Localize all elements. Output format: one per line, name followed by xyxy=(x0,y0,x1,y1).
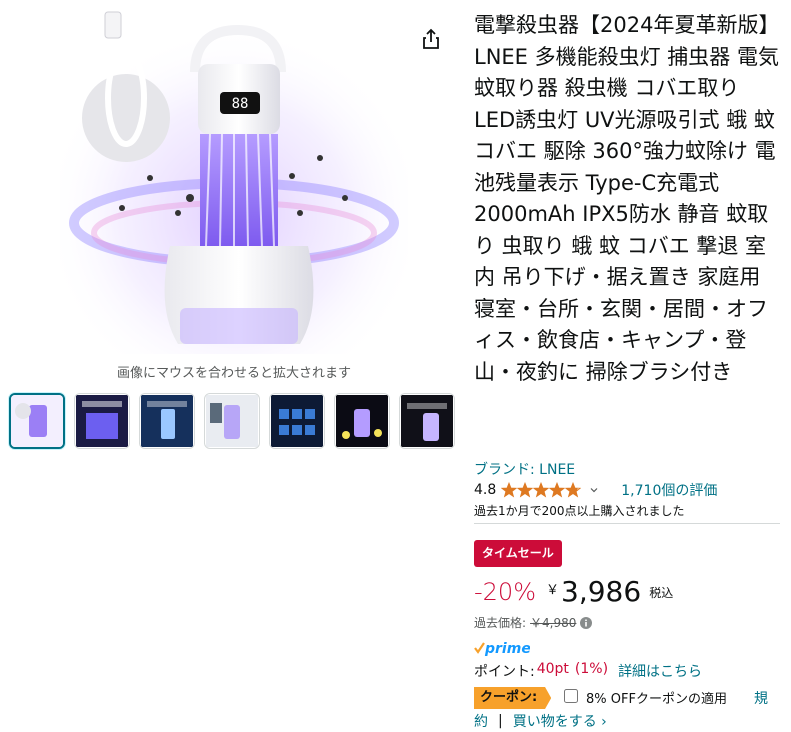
star-icon xyxy=(517,482,534,498)
thumbnail-strip xyxy=(9,393,455,449)
coupon-terms-link-part2[interactable]: 約 xyxy=(474,711,488,731)
divider xyxy=(474,523,780,524)
chevron-down-icon[interactable] xyxy=(589,485,599,495)
info-icon[interactable] xyxy=(580,616,593,629)
thumbnail-2[interactable] xyxy=(74,393,130,449)
thumbnail-6[interactable] xyxy=(334,393,390,449)
star-icon xyxy=(549,482,566,498)
thumbnail-4[interactable] xyxy=(204,393,260,449)
list-price-label: 過去価格: xyxy=(474,616,527,630)
list-price-row: 過去価格: ￥4,980 xyxy=(474,614,593,631)
price-value: 3,986 xyxy=(561,575,642,608)
prime-badge: prime xyxy=(474,640,531,662)
separator: | xyxy=(498,713,503,729)
price-row: -20% ￥ 3,986 税込 xyxy=(474,575,673,609)
points-label: ポイント: xyxy=(474,664,535,680)
thumbnail-7[interactable] xyxy=(399,393,455,449)
star-icon xyxy=(533,482,550,498)
coupon-terms-row: 約 | 買い物をする › xyxy=(474,711,607,731)
rating-row: 4.8 1,710個の評価 xyxy=(474,480,717,500)
svg-text:prime: prime xyxy=(484,641,530,657)
star-rating[interactable] xyxy=(501,482,582,498)
shop-link[interactable]: 買い物をする › xyxy=(513,711,607,731)
thumbnail-3[interactable] xyxy=(139,393,195,449)
list-price: ￥4,980 xyxy=(530,616,577,630)
thumbnail-1[interactable] xyxy=(9,393,65,449)
points-value: 40pt xyxy=(536,661,569,677)
coupon-terms-link-part1[interactable]: 規 xyxy=(754,688,768,708)
thumbnail-5[interactable] xyxy=(269,393,325,449)
points-details-link[interactable]: 詳細はこちら xyxy=(618,661,702,681)
coupon-text[interactable]: 8% OFFクーポンの適用 xyxy=(586,688,727,707)
coupon-checkbox[interactable] xyxy=(564,689,578,703)
check-icon xyxy=(474,642,485,654)
star-icon xyxy=(565,482,582,498)
zoom-hint: 画像にマウスを合わせると拡大されます xyxy=(116,366,351,381)
main-product-image[interactable]: 88 xyxy=(60,8,408,354)
points-row: ポイント: 40pt (1%) 詳細はこちら xyxy=(474,661,702,681)
discount-percent: -20% xyxy=(474,578,537,606)
product-title: 電撃殺虫器【2024年夏革新版】LNEE 多機能殺虫灯 捕虫器 電気蚊取り器 殺… xyxy=(474,13,780,384)
tax-label: 税込 xyxy=(649,586,674,600)
currency-symbol: ￥ xyxy=(546,583,560,598)
star-icon xyxy=(501,482,518,498)
brand-link[interactable]: ブランド: LNEE xyxy=(474,459,575,479)
battery-display-readout: 88 xyxy=(232,96,249,112)
coupon-badge: クーポン: xyxy=(474,687,552,709)
bought-count: 過去1か月で200点以上購入されました xyxy=(474,504,685,518)
deal-badge: タイムセール xyxy=(474,540,562,567)
share-icon[interactable] xyxy=(419,27,443,51)
rating-value: 4.8 xyxy=(474,482,497,498)
points-percent: (1%) xyxy=(574,661,609,677)
reviews-link[interactable]: 1,710個の評価 xyxy=(621,480,717,500)
